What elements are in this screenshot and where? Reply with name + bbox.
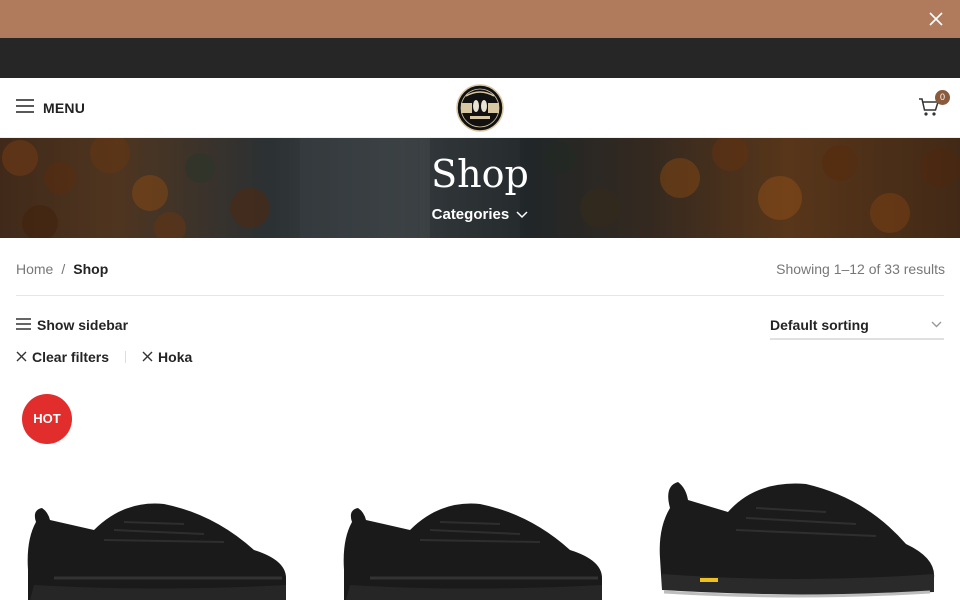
page-hero: Shop Categories [0,138,960,238]
site-header: MENU 0 [0,78,960,138]
filter-chip-hoka[interactable]: Hoka [142,349,192,365]
product-image [343,503,602,600]
cart-icon [918,98,940,122]
close-icon[interactable] [928,11,944,27]
sorting-value: Default sorting [770,317,869,333]
product-card[interactable] [656,474,940,600]
result-count: Showing 1–12 of 33 results [776,261,945,277]
site-logo[interactable] [450,84,510,132]
product-card[interactable] [24,460,292,600]
menu-label: MENU [43,100,86,116]
product-image [27,503,287,600]
divider [16,295,944,296]
product-image [659,482,935,598]
hot-badge: HOT [22,394,72,444]
categories-toggle[interactable]: Categories [0,206,960,223]
active-filters: Clear filters Hoka [16,349,192,365]
top-bar [0,38,960,78]
cart-count-badge: 0 [935,90,950,105]
sorting-select[interactable]: Default sorting [770,312,944,340]
show-sidebar-label: Show sidebar [37,317,129,333]
show-sidebar-button[interactable]: Show sidebar [16,317,128,333]
cart-button[interactable]: 0 [918,90,950,122]
close-icon [142,349,153,365]
filter-separator [125,351,127,363]
page-title: Shop [431,152,529,196]
hamburger-icon [16,317,31,333]
close-icon [16,349,27,365]
breadcrumb: Home / Shop [16,261,108,277]
filter-chip-label: Hoka [158,349,193,365]
hamburger-icon [16,98,34,118]
clear-filters-button[interactable]: Clear filters [16,349,109,365]
categories-label: Categories [431,206,510,223]
breadcrumb-home-link[interactable]: Home [16,261,53,277]
product-card[interactable] [340,460,608,600]
chevron-down-icon [513,206,528,223]
clear-filters-label: Clear filters [32,349,110,365]
menu-button[interactable]: MENU [16,96,85,120]
breadcrumb-current: Shop [73,261,109,277]
promo-bar [0,0,960,38]
breadcrumb-separator: / [61,261,66,277]
